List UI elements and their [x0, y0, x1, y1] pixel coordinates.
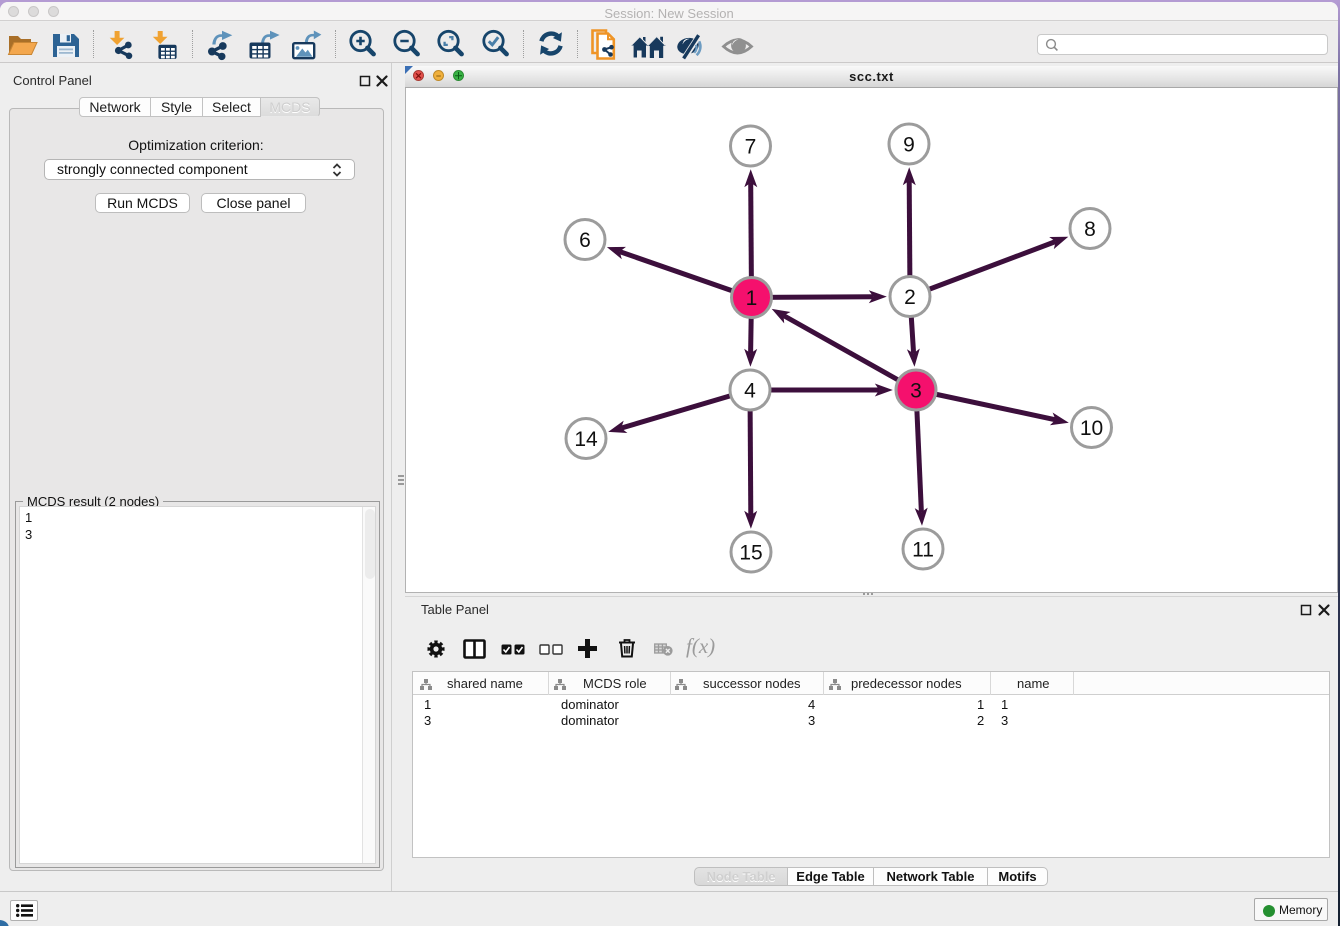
- svg-text:10: 10: [1080, 417, 1103, 440]
- svg-text:15: 15: [739, 542, 762, 565]
- svg-text:3: 3: [910, 380, 922, 403]
- svg-text:11: 11: [912, 539, 934, 562]
- svg-text:4: 4: [744, 380, 756, 403]
- svg-text:2: 2: [904, 286, 916, 309]
- svg-text:9: 9: [903, 134, 915, 157]
- svg-text:7: 7: [745, 136, 757, 159]
- svg-text:14: 14: [574, 428, 598, 451]
- svg-text:1: 1: [746, 287, 758, 310]
- svg-text:6: 6: [579, 229, 591, 252]
- svg-text:8: 8: [1084, 218, 1096, 241]
